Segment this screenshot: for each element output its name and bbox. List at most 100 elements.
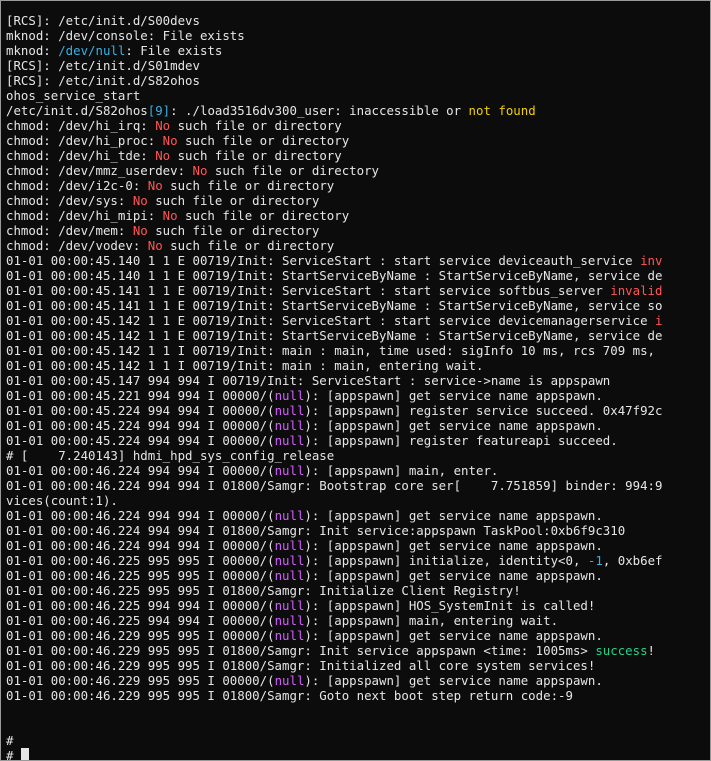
terminal-line: 01-01 00:00:46.225 994 994 I 00000/(null…	[6, 598, 710, 613]
terminal-line: 01-01 00:00:46.225 995 995 I 00000/(null…	[6, 553, 710, 568]
highlighted-text-red: No	[192, 163, 208, 178]
terminal-line: chmod: /dev/hi_mipi: No such file or dir…	[6, 208, 710, 223]
line-text: : ./load3516dv300_user: inaccessible or	[170, 103, 469, 118]
terminal-line: 01-01 00:00:45.140 1 1 E 00719/Init: Sta…	[6, 268, 710, 283]
highlighted-text-red: No	[162, 208, 178, 223]
highlighted-text-cyan: /dev/null	[58, 43, 126, 58]
terminal-line: 01-01 00:00:45.147 994 994 I 00719/Init:…	[6, 373, 710, 388]
line-text: 01-01 00:00:45.141 1 1 E 00719/Init: Sta…	[6, 298, 663, 313]
terminal-line: [RCS]: /etc/init.d/S00devs	[6, 13, 710, 28]
line-text: chmod: /dev/i2c-0:	[6, 178, 148, 193]
highlighted-text-magenta: null	[274, 463, 305, 478]
highlighted-text-magenta: null	[274, 418, 305, 433]
terminal-cursor[interactable]	[20, 748, 29, 760]
line-text: 01-01 00:00:46.224 994 994 I 00000/(	[6, 508, 275, 523]
line-text: 01-01 00:00:46.224 994 994 I 00000/(	[6, 463, 275, 478]
line-text: ): [appspawn] main, entering wait.	[304, 613, 559, 628]
terminal-line: 01-01 00:00:46.229 995 995 I 00000/(null…	[6, 673, 710, 688]
highlighted-text-cyan: [9]	[147, 103, 171, 118]
line-text: 01-01 00:00:46.229 995 995 I 00000/(	[6, 628, 275, 643]
terminal-line: 01-01 00:00:45.224 994 994 I 00000/(null…	[6, 418, 710, 433]
highlighted-text-red: i	[655, 313, 663, 328]
line-text: 01-01 00:00:45.142 1 1 E 00719/Init: Ser…	[6, 313, 656, 328]
line-text: [RCS]: /etc/init.d/S82ohos	[6, 73, 200, 88]
line-text: vices(count:1).	[6, 493, 118, 508]
highlighted-text-red: No	[162, 133, 178, 148]
terminal-line: chmod: /dev/sys: No such file or directo…	[6, 193, 710, 208]
line-text: such file or directory	[162, 238, 335, 253]
terminal-line: 01-01 00:00:45.140 1 1 E 00719/Init: Ser…	[6, 253, 710, 268]
line-text: #	[6, 733, 14, 748]
line-text: chmod: /dev/mmz_userdev:	[6, 163, 193, 178]
line-text: mknod: /dev/console: File exists	[6, 28, 245, 43]
line-text: ): [appspawn] register service succeed. …	[304, 403, 663, 418]
terminal-line: 01-01 00:00:46.224 994 994 I 00000/(null…	[6, 538, 710, 553]
line-text: ): [appspawn] get service name appspawn.	[304, 673, 603, 688]
line-text: 01-01 00:00:46.224 994 994 I 01800/Samgr…	[6, 523, 626, 538]
line-text: 01-01 00:00:46.225 995 995 I 00000/(	[6, 553, 275, 568]
highlighted-text-red: No	[155, 118, 171, 133]
terminal-window[interactable]: [RCS]: /etc/init.d/S00devs mknod: /dev/co…	[0, 0, 711, 761]
line-text: such file or directory	[177, 208, 350, 223]
line-text: ): [appspawn] main, enter.	[304, 463, 499, 478]
line-text: 01-01 00:00:46.229 995 995 I 01800/Samgr…	[6, 658, 596, 673]
terminal-line: 01-01 00:00:46.225 995 995 I 01800/Samgr…	[6, 583, 710, 598]
terminal-line: chmod: /dev/hi_proc: No such file or dir…	[6, 133, 710, 148]
line-text: chmod: /dev/hi_tde:	[6, 148, 156, 163]
line-text: such file or directory	[147, 223, 320, 238]
line-text: 01-01 00:00:45.224 994 994 I 00000/(	[6, 433, 275, 448]
highlighted-text-magenta: null	[274, 628, 305, 643]
line-text: such file or directory	[147, 193, 320, 208]
highlighted-text-red: No	[147, 178, 163, 193]
highlighted-text-magenta: null	[274, 433, 305, 448]
terminal-line: mknod: /dev/console: File exists	[6, 28, 710, 43]
terminal-line: #	[6, 748, 710, 760]
line-text: 01-01 00:00:46.224 994 994 I 01800/Samgr…	[6, 478, 663, 493]
terminal-line: 01-01 00:00:46.229 995 995 I 01800/Samgr…	[6, 658, 710, 673]
line-text: ): [appspawn] register featureapi succee…	[304, 433, 618, 448]
highlighted-text-magenta: null	[274, 403, 305, 418]
line-text: ): [appspawn] initialize, identity<0,	[304, 553, 588, 568]
terminal-line: [RCS]: /etc/init.d/S01mdev	[6, 58, 710, 73]
terminal-line: 01-01 00:00:46.229 995 995 I 00000/(null…	[6, 628, 710, 643]
terminal-line: ohos_service_start	[6, 88, 710, 103]
highlighted-text-red: No	[155, 148, 171, 163]
line-text: 01-01 00:00:46.225 995 995 I 00000/(	[6, 568, 275, 583]
terminal-line: 01-01 00:00:46.224 994 994 I 01800/Samgr…	[6, 478, 710, 493]
highlighted-text-magenta: null	[274, 613, 305, 628]
line-text: 01-01 00:00:45.224 994 994 I 00000/(	[6, 418, 275, 433]
line-text: : File exists	[125, 43, 223, 58]
terminal-line: chmod: /dev/i2c-0: No such file or direc…	[6, 178, 710, 193]
terminal-line: vices(count:1).	[6, 493, 710, 508]
terminal-output: [RCS]: /etc/init.d/S00devs mknod: /dev/co…	[6, 13, 710, 760]
terminal-line: chmod: /dev/hi_irq: No such file or dire…	[6, 118, 710, 133]
line-text: such file or directory	[162, 178, 335, 193]
line-text: chmod: /dev/mem:	[6, 223, 133, 238]
highlighted-text-green: success	[595, 643, 648, 658]
terminal-line: 01-01 00:00:46.229 995 995 I 01800/Samgr…	[6, 688, 710, 703]
line-text: 01-01 00:00:45.147 994 994 I 00719/Init:…	[6, 373, 611, 388]
line-text: ): [appspawn] get service name appspawn.	[304, 568, 603, 583]
line-text: ohos_service_start	[6, 88, 141, 103]
line-text: chmod: /dev/hi_proc:	[6, 133, 163, 148]
highlighted-text-magenta: null	[274, 553, 305, 568]
highlighted-text-red: No	[147, 238, 163, 253]
terminal-line: chmod: /dev/mem: No such file or directo…	[6, 223, 710, 238]
terminal-line: 01-01 00:00:46.224 994 994 I 01800/Samgr…	[6, 523, 710, 538]
line-text: such file or directory	[177, 133, 350, 148]
highlighted-text-magenta: null	[274, 538, 305, 553]
highlighted-text-red: invalid	[610, 283, 663, 298]
terminal-line: 01-01 00:00:45.141 1 1 E 00719/Init: Ser…	[6, 283, 710, 298]
line-text: chmod: /dev/hi_mipi:	[6, 208, 163, 223]
line-text: 01-01 00:00:46.225 995 995 I 01800/Samgr…	[6, 583, 521, 598]
terminal-line: #	[6, 733, 710, 748]
line-text: ): [appspawn] get service name appspawn.	[304, 538, 603, 553]
line-text: 01-01 00:00:45.140 1 1 E 00719/Init: Sta…	[6, 268, 663, 283]
line-text: chmod: /dev/vodev:	[6, 238, 148, 253]
line-text: mknod:	[6, 43, 59, 58]
line-text: ): [appspawn] get service name appspawn.	[304, 388, 603, 403]
line-text: 01-01 00:00:45.224 994 994 I 00000/(	[6, 403, 275, 418]
terminal-line: 01-01 00:00:46.229 995 995 I 01800/Samgr…	[6, 643, 710, 658]
line-text: ): [appspawn] HOS_SystemInit is called!	[304, 598, 596, 613]
